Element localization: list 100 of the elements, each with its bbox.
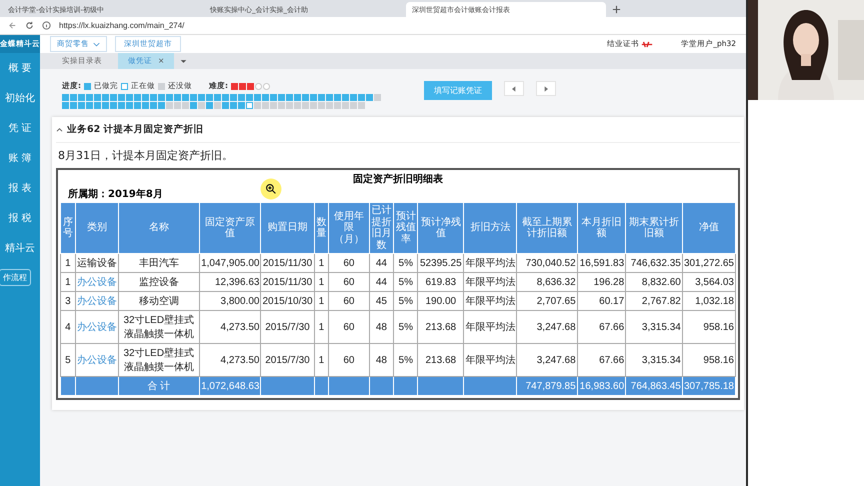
sheet-period: 所属期：2019年8月 <box>68 188 163 202</box>
column-header: 已计提折旧月数 <box>369 202 394 254</box>
table-cell: 1 <box>60 272 76 292</box>
table-cell: 8,636.32 <box>516 272 578 292</box>
table-cell: 60 <box>328 272 370 292</box>
table-cell: 5% <box>394 310 418 344</box>
total-cell: 764,863.45 <box>626 376 682 396</box>
back-icon[interactable] <box>8 21 17 30</box>
legend-swatch <box>84 82 91 90</box>
table-cell: 2015/11/30 <box>260 272 314 292</box>
sheet-title: 固定资产折旧明细表 <box>352 172 444 186</box>
table-cell: 运输设备 <box>75 254 118 272</box>
sidebar-item[interactable]: 概 要 <box>8 55 32 83</box>
table-cell: 丰田汽车 <box>118 254 200 272</box>
sidebar-item[interactable]: 报 表 <box>8 175 32 203</box>
table-cell: 1 <box>60 254 76 272</box>
table-cell: 1 <box>314 254 329 272</box>
table-cell: 年限平均法 <box>464 292 517 310</box>
reload-icon[interactable] <box>25 21 34 30</box>
task-description: 8月31日，计提本月固定资产折旧。 <box>57 148 234 164</box>
info-icon <box>42 21 51 30</box>
table-cell: 5% <box>394 272 418 292</box>
table-cell: 办公设备 <box>75 310 118 344</box>
table-cell: 1,032.18 <box>682 292 736 310</box>
table-cell: 12,396.63 <box>199 272 261 292</box>
table-cell: 730,040.52 <box>516 254 578 272</box>
table-cell: 958.16 <box>682 310 736 344</box>
table-cell: 1,047,905.00 <box>199 254 261 272</box>
sidebar-item[interactable]: 初始化 <box>5 85 35 113</box>
table-cell: 746,632.35 <box>626 254 682 272</box>
table-cell: 2,767.82 <box>626 292 682 310</box>
table-cell: 年限平均法 <box>464 272 517 292</box>
column-header: 使用年限（月） <box>328 202 370 254</box>
next-button[interactable] <box>536 81 556 96</box>
table-cell: 619.83 <box>418 272 464 292</box>
table-cell: 4,273.50 <box>199 310 261 344</box>
table-cell: 移动空调 <box>118 292 200 310</box>
table-cell: 3,247.68 <box>516 310 578 344</box>
table-cell: 2,707.65 <box>516 292 578 310</box>
table-cell: 67.66 <box>577 310 626 344</box>
table-cell: 4 <box>60 310 76 344</box>
table-cell: 16,591.83 <box>577 254 626 272</box>
sidebar-item[interactable]: 精斗云 <box>5 235 35 263</box>
url-field[interactable]: https://lx.kuaizhang.com/main_274/ <box>59 21 184 30</box>
caret-icon[interactable] <box>180 58 188 64</box>
column-header: 序号 <box>60 202 76 254</box>
flow-button[interactable]: 作流程 <box>0 269 31 286</box>
table-cell: 办公设备 <box>75 292 118 310</box>
table-cell: 8,832.60 <box>626 272 682 292</box>
column-header: 本月折旧额 <box>577 202 626 254</box>
table-cell: 5 <box>60 344 76 376</box>
column-header: 截至上期累计折旧额 <box>516 202 578 254</box>
table-cell: 办公设备 <box>75 272 118 292</box>
table-cell: 5% <box>394 292 418 310</box>
column-header: 固定资产原值 <box>199 202 261 254</box>
table-cell: 44 <box>369 272 394 292</box>
table-cell: 301,272.65 <box>682 254 736 272</box>
total-label: 合 计 <box>118 376 200 396</box>
table-cell: 1 <box>314 310 329 344</box>
new-tab-icon[interactable] <box>612 5 621 14</box>
column-header: 预计残值率 <box>394 202 418 254</box>
left-arrow-icon <box>512 86 516 92</box>
total-cell: 747,879.85 <box>516 376 578 396</box>
column-header: 购置日期 <box>260 202 314 254</box>
sidebar-item[interactable]: 凭 证 <box>8 115 32 143</box>
collapse-icon[interactable] <box>56 127 63 132</box>
fill-voucher-button[interactable]: 填写记账凭证 <box>424 81 492 100</box>
table-cell: 196.28 <box>577 272 626 292</box>
table-cell: 213.68 <box>418 310 464 344</box>
seal-icon <box>641 40 654 48</box>
table-cell: 45 <box>369 292 394 310</box>
column-header: 名称 <box>118 202 200 254</box>
table-cell: 3 <box>60 292 76 310</box>
column-header: 净值 <box>682 202 736 254</box>
table-cell: 52395.25 <box>418 254 464 272</box>
column-header: 折旧方法 <box>464 202 517 254</box>
table-cell: 监控设备 <box>118 272 200 292</box>
table-cell: 1 <box>314 292 329 310</box>
column-header: 数量 <box>314 202 329 254</box>
legend-swatch <box>121 82 128 90</box>
previous-button[interactable] <box>504 81 524 96</box>
total-cell: 307,785.18 <box>682 376 736 396</box>
table-cell: 年限平均法 <box>464 310 517 344</box>
legend-swatch <box>158 82 165 90</box>
table-cell: 48 <box>369 310 394 344</box>
total-cell: 16,983.60 <box>577 376 626 396</box>
table-cell: 3,800.00 <box>199 292 261 310</box>
total-cell: 1,072,648.63 <box>199 376 261 396</box>
table-cell: 60 <box>328 292 370 310</box>
table-cell: 190.00 <box>418 292 464 310</box>
table-cell: 3,564.03 <box>682 272 736 292</box>
table-cell: 32寸LED壁挂式液晶触摸一体机 <box>118 310 200 344</box>
column-header: 期末累计折旧额 <box>626 202 682 254</box>
sidebar-item[interactable]: 报 税 <box>8 205 32 233</box>
table-cell: 60 <box>328 254 370 272</box>
sidebar-item[interactable]: 账 簿 <box>8 145 32 173</box>
table-cell: 1 <box>314 272 329 292</box>
column-header: 预计净残值 <box>418 202 464 254</box>
table-cell: 60.17 <box>577 292 626 310</box>
table-cell: 60 <box>328 310 370 344</box>
